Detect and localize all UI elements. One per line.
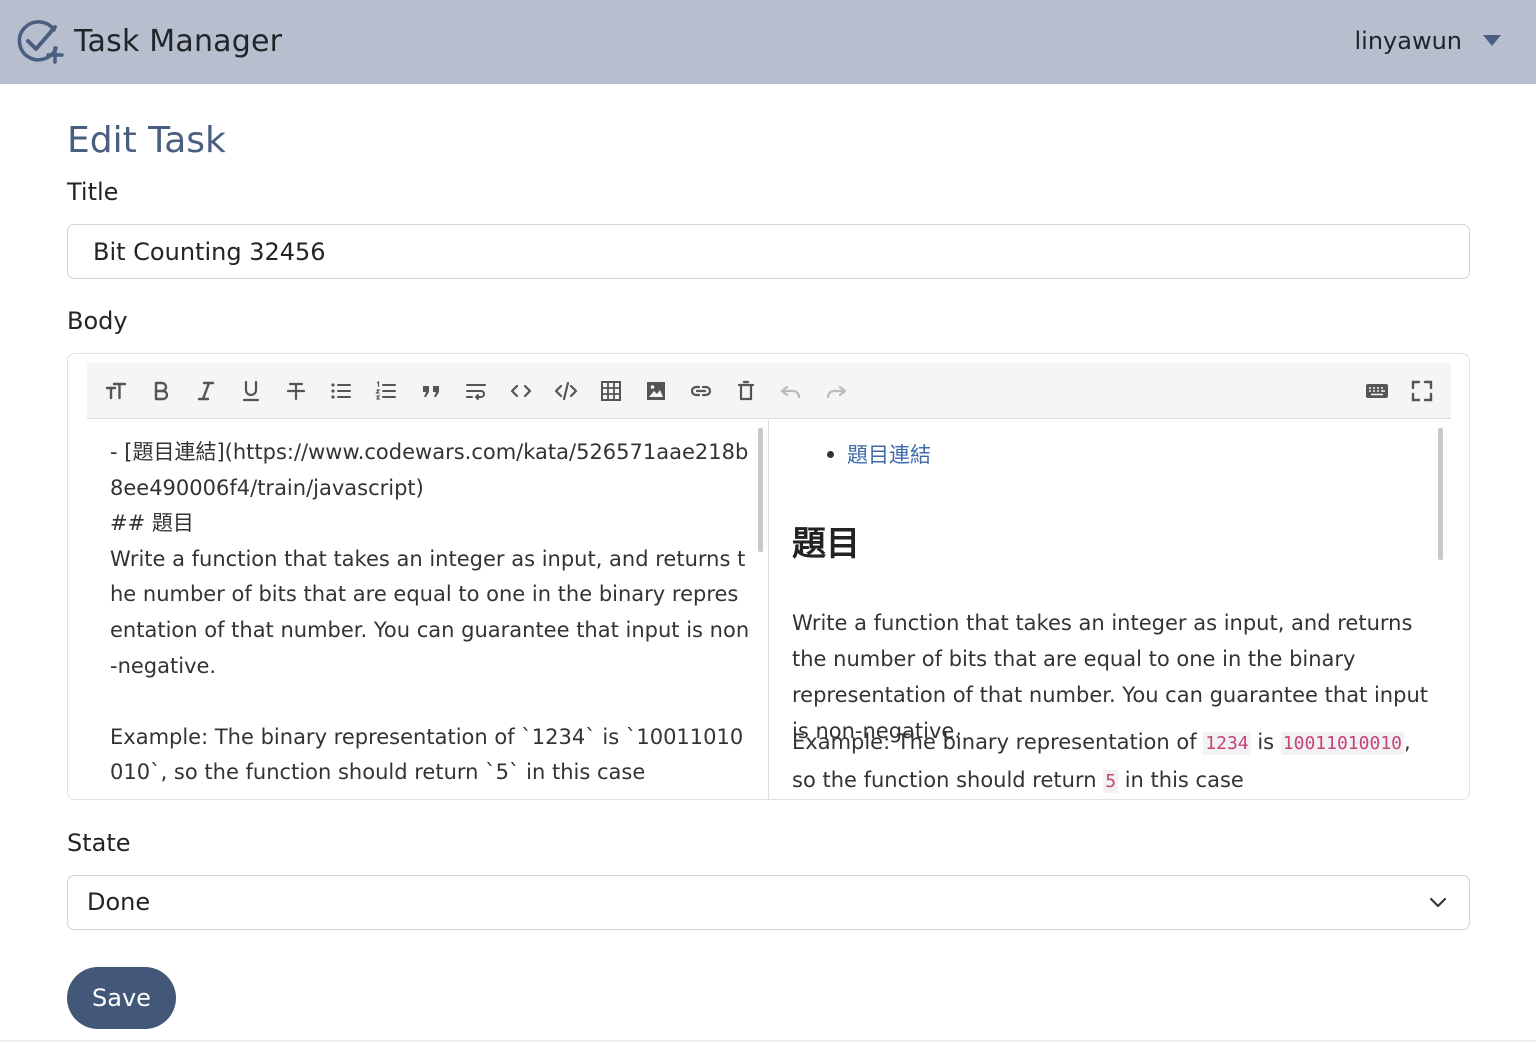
state-value: Done bbox=[87, 888, 151, 916]
strikethrough-icon[interactable] bbox=[281, 376, 311, 406]
chevron-down-icon bbox=[1429, 897, 1447, 908]
preview-link[interactable]: 題目連結 bbox=[847, 439, 931, 469]
check-circle-plus-icon bbox=[17, 20, 64, 64]
state-select[interactable]: Done bbox=[67, 875, 1470, 930]
bold-icon[interactable] bbox=[146, 376, 176, 406]
ordered-list-icon[interactable] bbox=[371, 376, 401, 406]
wrap-icon[interactable] bbox=[461, 376, 491, 406]
editor-source-pane[interactable]: - [題目連結](https://www.codewars.com/kata/5… bbox=[87, 420, 769, 799]
markdown-editor: - [題目連結](https://www.codewars.com/kata/5… bbox=[67, 353, 1470, 800]
preview-heading: 題目 bbox=[792, 524, 860, 564]
preview-text: in this case bbox=[1118, 768, 1244, 792]
preview-text: Example: The binary representation of bbox=[792, 730, 1204, 754]
title-label: Title bbox=[67, 178, 119, 206]
state-label: State bbox=[67, 829, 131, 857]
underline-icon[interactable] bbox=[236, 376, 266, 406]
inline-code: 5 bbox=[1103, 770, 1119, 793]
bullet-list-icon[interactable] bbox=[326, 376, 356, 406]
italic-icon[interactable] bbox=[191, 376, 221, 406]
editor-preview-pane: 題目連結 題目 Write a function that takes an i… bbox=[769, 420, 1451, 799]
preview-text: is bbox=[1250, 730, 1281, 754]
table-icon[interactable] bbox=[596, 376, 626, 406]
preview-example: Example: The binary representation of 12… bbox=[792, 724, 1432, 799]
source-scrollbar[interactable] bbox=[758, 428, 763, 552]
inline-code-icon[interactable] bbox=[506, 376, 536, 406]
heading-icon[interactable] bbox=[101, 376, 131, 406]
title-input[interactable] bbox=[67, 224, 1470, 279]
clear-icon[interactable] bbox=[731, 376, 761, 406]
caret-down-icon bbox=[1483, 35, 1501, 46]
body-label: Body bbox=[67, 307, 128, 335]
brand[interactable]: Task Manager bbox=[16, 18, 282, 64]
user-name: linyawun bbox=[1354, 27, 1462, 55]
markdown-source[interactable]: - [題目連結](https://www.codewars.com/kata/5… bbox=[110, 435, 750, 791]
page-title: Edit Task bbox=[67, 120, 226, 161]
inline-code: 1234 bbox=[1203, 732, 1251, 755]
save-button[interactable]: Save bbox=[67, 967, 176, 1029]
link-icon[interactable] bbox=[686, 376, 716, 406]
navbar: Task Manager linyawun bbox=[0, 0, 1536, 84]
divider bbox=[0, 1040, 1536, 1042]
keyboard-icon[interactable] bbox=[1362, 376, 1392, 406]
inline-code: 10011010010 bbox=[1280, 732, 1404, 755]
editor-toolbar bbox=[87, 363, 1451, 419]
quote-icon[interactable] bbox=[416, 376, 446, 406]
redo-icon[interactable] bbox=[821, 376, 851, 406]
image-icon[interactable] bbox=[641, 376, 671, 406]
code-block-icon[interactable] bbox=[551, 376, 581, 406]
fullscreen-icon[interactable] bbox=[1407, 376, 1437, 406]
preview-scrollbar[interactable] bbox=[1438, 428, 1443, 560]
brand-title: Task Manager bbox=[74, 23, 283, 59]
user-menu[interactable]: linyawun bbox=[1354, 22, 1502, 60]
list-bullet bbox=[827, 451, 834, 458]
undo-icon[interactable] bbox=[776, 376, 806, 406]
